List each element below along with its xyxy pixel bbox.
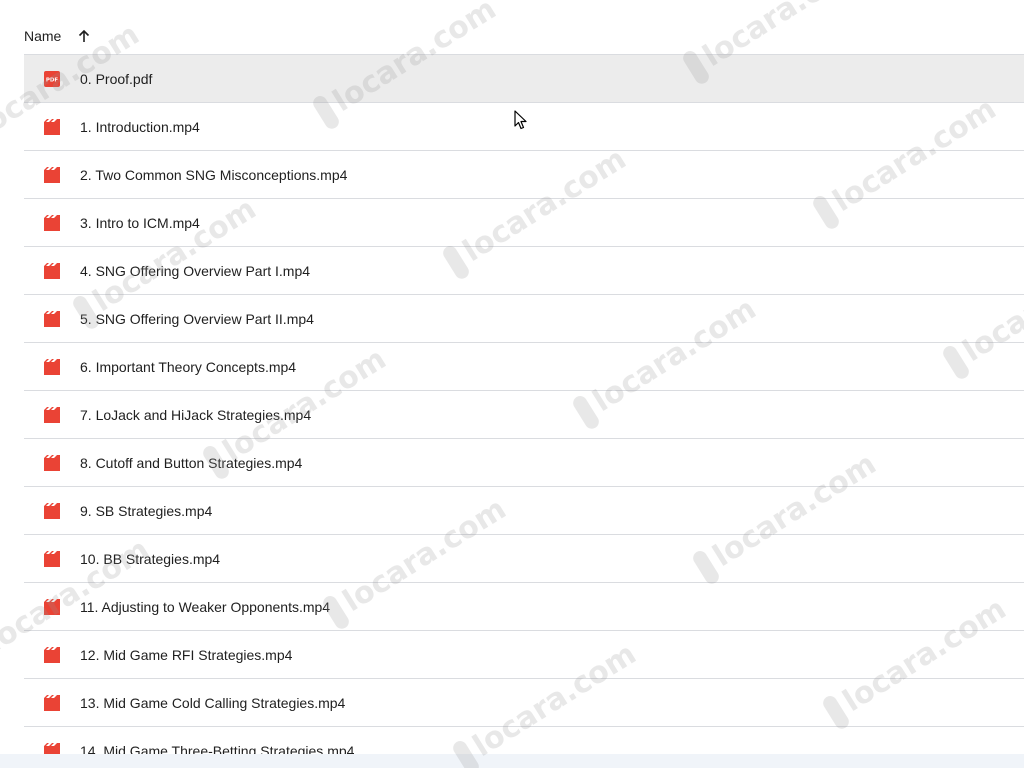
file-name: 9. SB Strategies.mp4 bbox=[80, 502, 213, 519]
video-file-icon bbox=[44, 599, 60, 615]
video-file-icon bbox=[44, 311, 60, 327]
file-row[interactable]: 2. Two Common SNG Misconceptions.mp4 bbox=[24, 150, 1024, 198]
name-column-header[interactable]: Name bbox=[24, 28, 61, 44]
video-file-icon bbox=[44, 263, 60, 279]
file-row[interactable]: 12. Mid Game RFI Strategies.mp4 bbox=[24, 630, 1024, 678]
file-name: 2. Two Common SNG Misconceptions.mp4 bbox=[80, 166, 348, 183]
video-file-icon bbox=[44, 215, 60, 231]
bottom-bar bbox=[0, 754, 1024, 768]
file-name: 7. LoJack and HiJack Strategies.mp4 bbox=[80, 406, 312, 423]
video-file-icon bbox=[44, 167, 60, 183]
file-row[interactable]: 3. Intro to ICM.mp4 bbox=[24, 198, 1024, 246]
file-name: 4. SNG Offering Overview Part I.mp4 bbox=[80, 262, 311, 279]
video-file-icon bbox=[44, 119, 60, 135]
file-row[interactable]: 5. SNG Offering Overview Part II.mp4 bbox=[24, 294, 1024, 342]
file-name: 1. Introduction.mp4 bbox=[80, 118, 200, 135]
video-file-icon bbox=[44, 359, 60, 375]
video-file-icon bbox=[44, 503, 60, 519]
file-row[interactable]: 8. Cutoff and Button Strategies.mp4 bbox=[24, 438, 1024, 486]
file-row[interactable]: 11. Adjusting to Weaker Opponents.mp4 bbox=[24, 582, 1024, 630]
file-name: 13. Mid Game Cold Calling Strategies.mp4 bbox=[80, 694, 346, 711]
list-header: Name bbox=[24, 20, 95, 52]
file-name: 3. Intro to ICM.mp4 bbox=[80, 214, 200, 231]
file-browser: Name PDF 0. Proof.pdf 1. Introduction.mp4 2… bbox=[0, 0, 1024, 768]
svg-text:PDF: PDF bbox=[46, 78, 59, 84]
file-name: 0. Proof.pdf bbox=[80, 70, 153, 87]
pdf-file-icon: PDF bbox=[44, 71, 60, 87]
file-name: 12. Mid Game RFI Strategies.mp4 bbox=[80, 646, 293, 663]
file-row[interactable]: PDF 0. Proof.pdf bbox=[24, 54, 1024, 102]
file-row[interactable]: 7. LoJack and HiJack Strategies.mp4 bbox=[24, 390, 1024, 438]
file-row[interactable]: 9. SB Strategies.mp4 bbox=[24, 486, 1024, 534]
video-file-icon bbox=[44, 455, 60, 471]
arrow-up-icon bbox=[79, 29, 90, 42]
file-row[interactable]: 6. Important Theory Concepts.mp4 bbox=[24, 342, 1024, 390]
file-row[interactable]: 13. Mid Game Cold Calling Strategies.mp4 bbox=[24, 678, 1024, 726]
file-name: 8. Cutoff and Button Strategies.mp4 bbox=[80, 454, 303, 471]
file-row[interactable]: 1. Introduction.mp4 bbox=[24, 102, 1024, 150]
file-name: 5. SNG Offering Overview Part II.mp4 bbox=[80, 310, 314, 327]
file-list: PDF 0. Proof.pdf 1. Introduction.mp4 2. Two… bbox=[24, 54, 1024, 768]
file-name: 6. Important Theory Concepts.mp4 bbox=[80, 358, 297, 375]
file-row[interactable]: 4. SNG Offering Overview Part I.mp4 bbox=[24, 246, 1024, 294]
video-file-icon bbox=[44, 695, 60, 711]
video-file-icon bbox=[44, 647, 60, 663]
sort-button[interactable] bbox=[73, 25, 95, 47]
file-row[interactable]: 10. BB Strategies.mp4 bbox=[24, 534, 1024, 582]
video-file-icon bbox=[44, 551, 60, 567]
video-file-icon bbox=[44, 407, 60, 423]
file-name: 10. BB Strategies.mp4 bbox=[80, 550, 221, 567]
file-name: 11. Adjusting to Weaker Opponents.mp4 bbox=[80, 598, 331, 615]
